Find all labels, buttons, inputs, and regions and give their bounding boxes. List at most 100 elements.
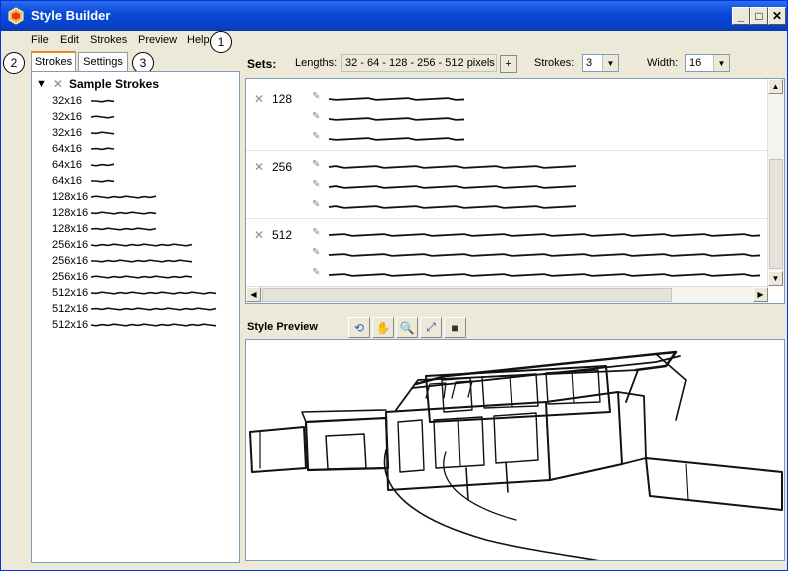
stroke-item-label: 512x16 bbox=[52, 303, 89, 315]
callout-1: 1 bbox=[210, 31, 232, 53]
window-title: Style Builder bbox=[31, 8, 111, 23]
stroke-item-label: 64x16 bbox=[52, 175, 82, 187]
edit-stroke-icon[interactable]: ✎ bbox=[312, 227, 320, 238]
stroke-item-label: 64x16 bbox=[52, 143, 82, 155]
edit-stroke-icon[interactable]: ✎ bbox=[312, 91, 320, 102]
tab-strokes[interactable]: Strokes bbox=[31, 51, 76, 71]
preview-header: Style Preview bbox=[245, 316, 785, 338]
edit-stroke-icon[interactable]: ✎ bbox=[312, 179, 320, 190]
menu-strokes[interactable]: Strokes bbox=[90, 34, 127, 46]
stroke-item-label: 512x16 bbox=[52, 319, 89, 331]
strokes-select[interactable]: 3 ▼ bbox=[582, 54, 619, 72]
stroke-item[interactable]: 64x16 bbox=[52, 173, 120, 189]
house-sketch bbox=[249, 350, 783, 560]
width-select[interactable]: 16 ▼ bbox=[685, 54, 730, 72]
close-button[interactable]: ✕ bbox=[768, 7, 786, 25]
stroke-sample bbox=[90, 307, 217, 311]
stroke-item[interactable]: 128x16 bbox=[52, 189, 162, 205]
stroke-item[interactable]: 32x16 bbox=[52, 109, 120, 125]
stroke-item[interactable]: 512x16 bbox=[52, 285, 220, 301]
set-length-label: 256 bbox=[272, 160, 293, 174]
stroke-preview-line[interactable] bbox=[328, 115, 468, 123]
menu-edit[interactable]: Edit bbox=[60, 34, 79, 46]
expand-triangle-icon[interactable]: ▼ bbox=[36, 78, 47, 90]
stroke-preview-line[interactable] bbox=[328, 231, 764, 239]
stroke-sample bbox=[90, 147, 115, 151]
zoom-extents-button[interactable]: ⤢ bbox=[420, 317, 442, 338]
stroke-sample bbox=[90, 115, 115, 119]
lengths-field[interactable]: 32 - 64 - 128 - 256 - 512 pixels bbox=[341, 54, 497, 72]
stroke-sample bbox=[90, 163, 115, 167]
edit-stroke-icon[interactable]: ✎ bbox=[312, 131, 320, 142]
edit-stroke-icon[interactable]: ✎ bbox=[312, 247, 320, 258]
stroke-item[interactable]: 256x16 bbox=[52, 253, 194, 269]
menu-file[interactable]: File bbox=[31, 34, 49, 46]
tab-settings[interactable]: Settings bbox=[78, 52, 128, 71]
scroll-up-icon[interactable]: ▲ bbox=[768, 79, 783, 94]
delete-set-icon[interactable]: ✕ bbox=[254, 160, 264, 174]
menu-preview[interactable]: Preview bbox=[138, 34, 177, 46]
delete-set-icon[interactable]: ✕ bbox=[254, 228, 264, 242]
stroke-item-label: 32x16 bbox=[52, 127, 82, 139]
callout-2: 2 bbox=[3, 52, 25, 74]
scroll-left-icon[interactable]: ◀ bbox=[246, 287, 261, 302]
stroke-item[interactable]: 64x16 bbox=[52, 157, 120, 173]
zoom-icon: 🔍 bbox=[399, 320, 415, 335]
stroke-item[interactable]: 512x16 bbox=[52, 301, 220, 317]
stroke-preview-line[interactable] bbox=[328, 163, 584, 171]
title-bar[interactable]: Style Builder _ □ ✕ bbox=[1, 1, 787, 31]
stroke-item[interactable]: 128x16 bbox=[52, 205, 162, 221]
stroke-preview-line[interactable] bbox=[328, 251, 764, 259]
stroke-item[interactable]: 128x16 bbox=[52, 221, 162, 237]
stroke-sample bbox=[90, 195, 157, 199]
strokes-label: Strokes: bbox=[534, 57, 575, 69]
vertical-scroll-thumb[interactable] bbox=[769, 159, 783, 269]
stroke-item-label: 256x16 bbox=[52, 239, 89, 251]
stroke-item[interactable]: 64x16 bbox=[52, 141, 120, 157]
stroke-item[interactable]: 256x16 bbox=[52, 269, 194, 285]
stroke-item[interactable]: 32x16 bbox=[52, 93, 120, 109]
stroke-set-group: ✕ 256 ✎ ✎ ✎ bbox=[246, 153, 768, 219]
tree-root[interactable]: ▼ ✕ Sample Strokes bbox=[36, 77, 159, 91]
stroke-preview-line[interactable] bbox=[328, 203, 584, 211]
edit-stroke-icon[interactable]: ✎ bbox=[312, 267, 320, 278]
stroke-item[interactable]: 512x16 bbox=[52, 317, 220, 333]
sets-label: Sets: bbox=[247, 57, 277, 71]
stroke-item-label: 32x16 bbox=[52, 111, 82, 123]
edit-stroke-icon[interactable]: ✎ bbox=[312, 159, 320, 170]
menu-help[interactable]: Help bbox=[187, 34, 210, 46]
horizontal-scroll-thumb[interactable] bbox=[262, 288, 672, 302]
delete-set-icon[interactable]: ✕ bbox=[254, 92, 264, 106]
stroke-sample bbox=[90, 227, 157, 231]
stroke-preview-line[interactable] bbox=[328, 271, 764, 279]
minimize-button[interactable]: _ bbox=[732, 7, 750, 25]
edit-stroke-icon[interactable]: ✎ bbox=[312, 199, 320, 210]
horizontal-scrollbar[interactable]: ◀ ▶ bbox=[246, 286, 768, 303]
cube-button[interactable]: ■ bbox=[444, 317, 466, 338]
strokes-tree-panel: ▼ ✕ Sample Strokes 32x16 32x16 32x16 64x16 6… bbox=[31, 71, 240, 563]
pan-button[interactable]: ✋ bbox=[372, 317, 394, 338]
vertical-scrollbar[interactable]: ▲ ▼ bbox=[767, 79, 784, 286]
stroke-sample bbox=[90, 275, 193, 279]
stroke-item[interactable]: 256x16 bbox=[52, 237, 194, 253]
stroke-item[interactable]: 32x16 bbox=[52, 125, 120, 141]
tree-root-label: Sample Strokes bbox=[68, 77, 159, 91]
add-length-button[interactable]: + bbox=[500, 55, 517, 73]
stroke-preview-line[interactable] bbox=[328, 95, 468, 103]
style-preview-canvas[interactable] bbox=[245, 339, 785, 561]
stroke-item-label: 64x16 bbox=[52, 159, 82, 171]
orbit-button[interactable]: ⟲ bbox=[348, 317, 370, 338]
stroke-sample bbox=[90, 131, 115, 135]
chevron-down-icon[interactable]: ▼ bbox=[602, 55, 618, 71]
zoom-button[interactable]: 🔍 bbox=[396, 317, 418, 338]
stroke-preview-line[interactable] bbox=[328, 183, 584, 191]
edit-stroke-icon[interactable]: ✎ bbox=[312, 111, 320, 122]
stroke-item-label: 128x16 bbox=[52, 207, 89, 219]
chevron-down-icon[interactable]: ▼ bbox=[713, 55, 729, 71]
scroll-down-icon[interactable]: ▼ bbox=[768, 271, 783, 286]
maximize-button[interactable]: □ bbox=[750, 7, 768, 25]
scroll-right-icon[interactable]: ▶ bbox=[753, 287, 768, 302]
stroke-preview-line[interactable] bbox=[328, 135, 468, 143]
stroke-sets-panel: ✕ 128 ✎ ✎ ✎ ✕ 256 ✎ ✎ ✎ ✕ 512 ✎ ✎ ✎ ▲ ▼ ◀ ▶ bbox=[245, 78, 785, 304]
delete-x-icon[interactable]: ✕ bbox=[53, 77, 63, 91]
